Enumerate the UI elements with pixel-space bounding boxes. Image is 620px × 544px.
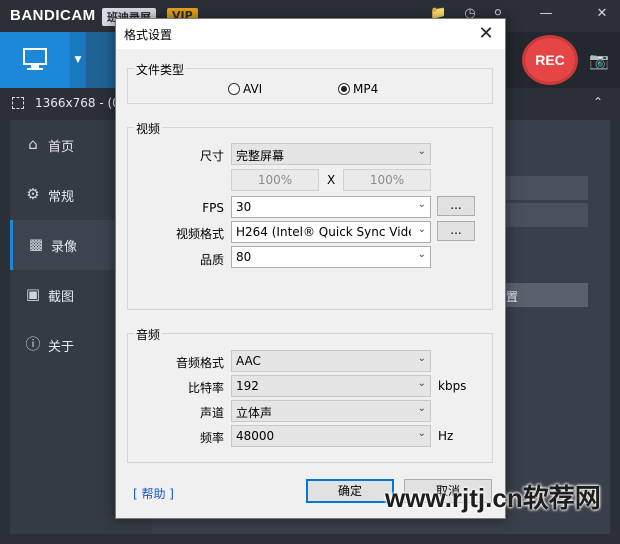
info-icon: ⓘ [25,335,41,353]
radio-mp4-label[interactable]: MP4 [353,82,378,96]
format-settings-button[interactable]: 置 [504,283,588,307]
image-icon: ▣ [25,285,41,303]
frequency-label: 频率 [199,431,224,445]
size-label: 尺寸 [199,149,224,163]
screen-mode-button[interactable] [0,32,70,88]
audio-group-label: 音频 [134,326,163,343]
radio-avi[interactable] [228,83,240,95]
sidebar-item-label: 录像 [51,240,78,255]
app-logo: BANDICAM [10,7,96,24]
audio-format-value: AAC [236,354,261,368]
frequency-select[interactable]: 48000 ⌄ [231,425,431,447]
close-icon[interactable]: ✕ [473,21,499,47]
video-settings-icon: ▩ [28,235,44,253]
dialog-title: 格式设置 [124,28,173,42]
radio-avi-label[interactable]: AVI [243,82,262,96]
chevron-down-icon: ⌄ [417,224,426,235]
quality-select[interactable]: 80 ⌄ [231,246,431,268]
dialog-titlebar: 格式设置 ✕ [116,19,505,49]
content-row [504,176,588,200]
game-mode-button[interactable] [86,32,116,88]
bitrate-unit: kbps [438,379,467,393]
sidebar-item-label: 常规 [48,190,75,205]
watermark-text: www.rjtj.cn软荐网 [385,483,601,513]
ok-button[interactable]: 确定 [306,479,394,503]
sidebar-item-label: 关于 [48,340,75,355]
frequency-value: 48000 [236,429,275,443]
chevron-down-icon: ⌄ [417,353,426,364]
chevron-up-icon[interactable]: ⌃ [593,95,603,109]
chevron-down-icon: ⌄ [417,249,426,260]
window-close-icon[interactable]: ✕ [594,6,610,22]
help-link[interactable]: [ 帮助 ] [133,485,174,502]
camera-icon[interactable]: 📷 [588,51,610,70]
chevron-down-icon: ⌄ [417,378,426,389]
fps-value: 30 [236,200,252,214]
video-format-more-button[interactable]: ... [437,221,475,241]
channel-value: 立体声 [236,406,273,420]
bitrate-select[interactable]: 192 ⌄ [231,375,431,397]
fps-more-button[interactable]: ... [437,196,475,216]
minimize-icon[interactable]: — [538,6,554,22]
region-select-icon[interactable] [12,97,24,109]
content-row [504,203,588,227]
frequency-unit: Hz [438,429,454,443]
x-separator: X [327,173,336,187]
sidebar-item-label: 首页 [48,140,75,155]
fps-label: FPS [202,201,224,215]
size-select[interactable]: 完整屏幕 ⌄ [231,143,431,165]
video-format-select[interactable]: H264 (Intel® Quick Sync Video) ⌄ [231,221,431,243]
quality-label: 品质 [199,253,224,267]
size-value: 完整屏幕 [236,149,285,163]
video-format-value: H264 (Intel® Quick Sync Video) [236,225,411,239]
sidebar-item-label: 截图 [48,290,75,305]
bitrate-label: 比特率 [187,381,224,395]
monitor-icon [23,48,47,70]
resolution-text: 1366x768 - (0 [35,96,120,110]
video-group-label: 视频 [134,120,163,137]
channel-label: 声道 [199,406,224,420]
rec-button[interactable]: REC [522,35,578,85]
video-format-label: 视频格式 [175,227,224,241]
gear-icon: ⚙ [26,185,40,203]
bitrate-value: 192 [236,379,259,393]
radio-mp4[interactable] [338,83,350,95]
file-type-label: 文件类型 [134,61,187,78]
format-settings-dialog: 格式设置 ✕ 文件类型 AVI MP4 视频 尺寸 完整屏幕 ⌄ 100% X … [115,18,506,519]
fps-select[interactable]: 30 ⌄ [231,196,431,218]
height-percent-input[interactable]: 100% [343,169,431,191]
chevron-down-icon: ⌄ [417,428,426,439]
audio-format-label: 音频格式 [175,356,224,370]
quality-value: 80 [236,250,252,264]
channel-select[interactable]: 立体声 ⌄ [231,400,431,422]
mode-dropdown-chevron-down-icon[interactable]: ▼ [70,32,86,88]
chevron-down-icon: ⌄ [417,403,426,414]
format-settings-fragment: 置 [506,290,519,304]
home-icon: ⌂ [28,135,38,153]
chevron-down-icon: ⌄ [417,199,426,210]
width-percent-input[interactable]: 100% [231,169,319,191]
chevron-down-icon: ⌄ [417,146,426,157]
audio-format-select[interactable]: AAC ⌄ [231,350,431,372]
